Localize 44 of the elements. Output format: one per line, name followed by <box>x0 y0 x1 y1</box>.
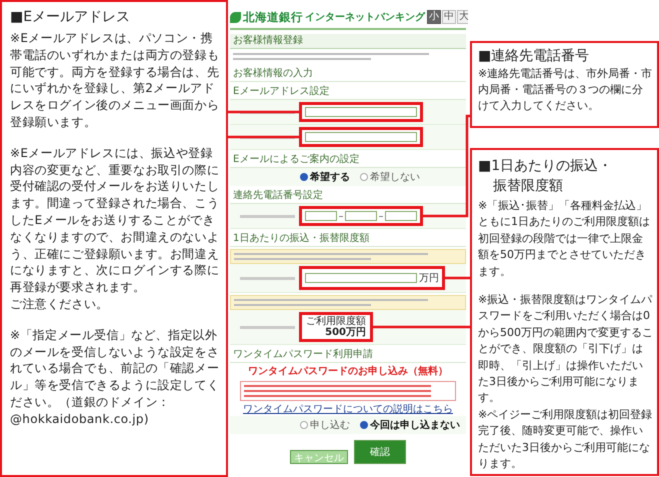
limit-label: ご利用限度額 <box>306 316 366 327</box>
input-field[interactable] <box>305 132 417 142</box>
note-text: ※Eメールアドレスは、パソコン・携帯電話のいずれかまたは両方の登録も可能です。両方を登録する場合は、先にいずれかを登録し、第2メールアドレスをログイン後のメニュー画面から登録願います。 <box>10 30 220 131</box>
limit-value: 500万円 <box>325 327 366 338</box>
bank-logo: 北海道銀行 <box>243 10 303 24</box>
confirm-button[interactable]: 確認 <box>354 440 406 464</box>
note-heading: ■1日あたりの振込・ <box>478 157 614 176</box>
note-text: ※「指定メール受信」など、指定以外のメールを受信しないような設定をされている場合でも、前記の「確認メール」等を受信できるように設定してください。（道銀のドメイン：@hokkaidobank.co.jp) <box>10 326 220 428</box>
note-text: ※振込・振替限度額はワンタイムパスワードをご利用いただく場合は0から500万円の範囲内で変更することができ、限度額の「引下げ」は即時、「引上げ」は操作いただいた3日後からご利用可能になります。 <box>478 292 653 406</box>
input-field[interactable] <box>345 211 377 221</box>
note-heading: ■連絡先電話番号 <box>478 47 590 66</box>
font-size-button[interactable]: 小 <box>427 10 441 24</box>
radio-option[interactable]: 希望する <box>300 170 350 184</box>
radio-option[interactable]: 申し込む <box>300 418 350 432</box>
radio-button[interactable] <box>360 421 368 429</box>
note-text: ※ペイジーご利用限度額は初回登録完了後、随時変更可能で、操作いただいた3日後からご利用可能になります。 <box>478 406 653 472</box>
input-field[interactable] <box>305 273 417 283</box>
label-drawing <box>240 276 295 280</box>
section-heading: 1日あたりの振込・振替限度額 <box>230 232 466 247</box>
input-field[interactable] <box>305 211 337 221</box>
radio-option[interactable]: 今回は申し込まない <box>360 418 460 432</box>
section-heading: お客様情報の入力 <box>230 67 466 82</box>
input-field[interactable] <box>385 211 417 221</box>
note-heading: ■Eメールアドレス <box>10 8 132 27</box>
clover-logo-icon <box>230 12 241 22</box>
offer-title: ワンタイムパスワードのお申し込み（無料） <box>247 366 449 378</box>
info-link[interactable]: ワンタイムパスワードについての説明はこちら <box>230 404 466 416</box>
note-text: ※Eメールアドレスには、振込や登録内容の変更など、重要なお取引の際に受付確認の受付メールをお送りいたします。間違って登録された場合、こうしたEメールをお送りすることができなくなりますので、お間違えのないよう、正確にご登録願います。お間違えになりますと、次にログインする際に再登録が要求されます。 <box>10 144 220 296</box>
radio-button[interactable] <box>300 173 308 181</box>
service-name: インターネットバンキング <box>305 11 425 24</box>
note-heading: 振替限度額 <box>492 177 564 196</box>
label-drawing <box>240 214 295 218</box>
note-text: ※「振込･振替」「各種料金払込」ともに1日あたりのご利用限度額は初回登録の段階では一律で上限金額を50万円までとさせていただきます。 <box>478 198 651 280</box>
label-drawing <box>240 326 295 328</box>
unit-label: 万円 <box>419 272 439 285</box>
radio-option[interactable]: 希望しない <box>360 170 420 184</box>
radio-button[interactable] <box>360 173 368 181</box>
input-field[interactable] <box>305 107 417 117</box>
font-size-button[interactable]: 中 <box>442 10 456 24</box>
section-heading: ワンタイムパスワード利用申請 <box>230 348 466 363</box>
note-text: ※連絡先電話番号は、市外局番・市内局番・電話番号の３つの欄に分けて入力してください。 <box>478 66 653 114</box>
note-text: ご注意ください。 <box>10 296 110 313</box>
radio-button[interactable] <box>300 421 308 429</box>
page-title: お客様情報登録 <box>230 34 466 49</box>
